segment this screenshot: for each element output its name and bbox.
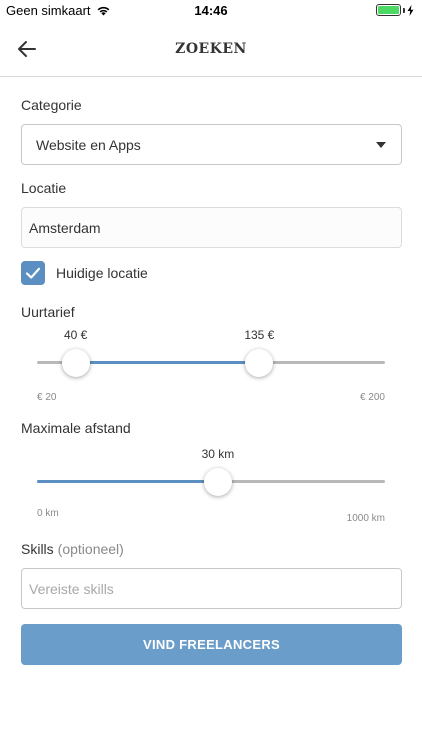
distance-fill [37,480,218,483]
rate-low-value: 40 € [63,328,88,342]
charging-icon [407,4,414,16]
hourly-rate-range-fill [75,361,260,364]
distance-label: Maximale afstand [21,420,131,436]
status-time: 14:46 [194,3,228,18]
category-selected-value: Website en Apps [36,137,141,153]
location-input[interactable] [21,207,402,248]
category-label: Categorie [21,97,82,113]
battery-icon [376,4,414,16]
skills-label: Skills (optioneel) [21,541,124,557]
distance-min-text: 0 km [37,508,59,519]
current-location-label: Huidige locatie [56,265,148,281]
distance-max-text: 1000 km [346,513,385,524]
rate-max-text: € 200 [359,392,385,403]
rate-min-handle[interactable] [61,349,90,377]
caret-down-icon [376,142,386,148]
category-select[interactable]: Website en Apps [21,124,402,165]
skills-input[interactable] [21,568,402,609]
rate-max-handle[interactable] [245,349,274,377]
rate-high-value: 135 € [244,328,275,342]
skills-label-text: Skills [21,541,54,557]
distance-value: 30 km [201,447,235,461]
distance-handle[interactable] [203,468,232,496]
status-bar: Geen simkaart 14:46 [0,0,422,22]
location-label: Locatie [21,180,67,196]
page-title: ZOEKEN [175,41,247,57]
hourly-rate-label: Uurtarief [21,304,75,320]
find-freelancers-button[interactable]: VIND FREELANCERS [21,624,402,665]
nav-bar: ZOEKEN [0,22,422,77]
current-location-checkbox[interactable] [21,261,45,285]
rate-min-text: € 20 [37,392,57,403]
skills-optional-text: (optioneel) [57,541,124,557]
checkmark-icon [25,267,41,279]
